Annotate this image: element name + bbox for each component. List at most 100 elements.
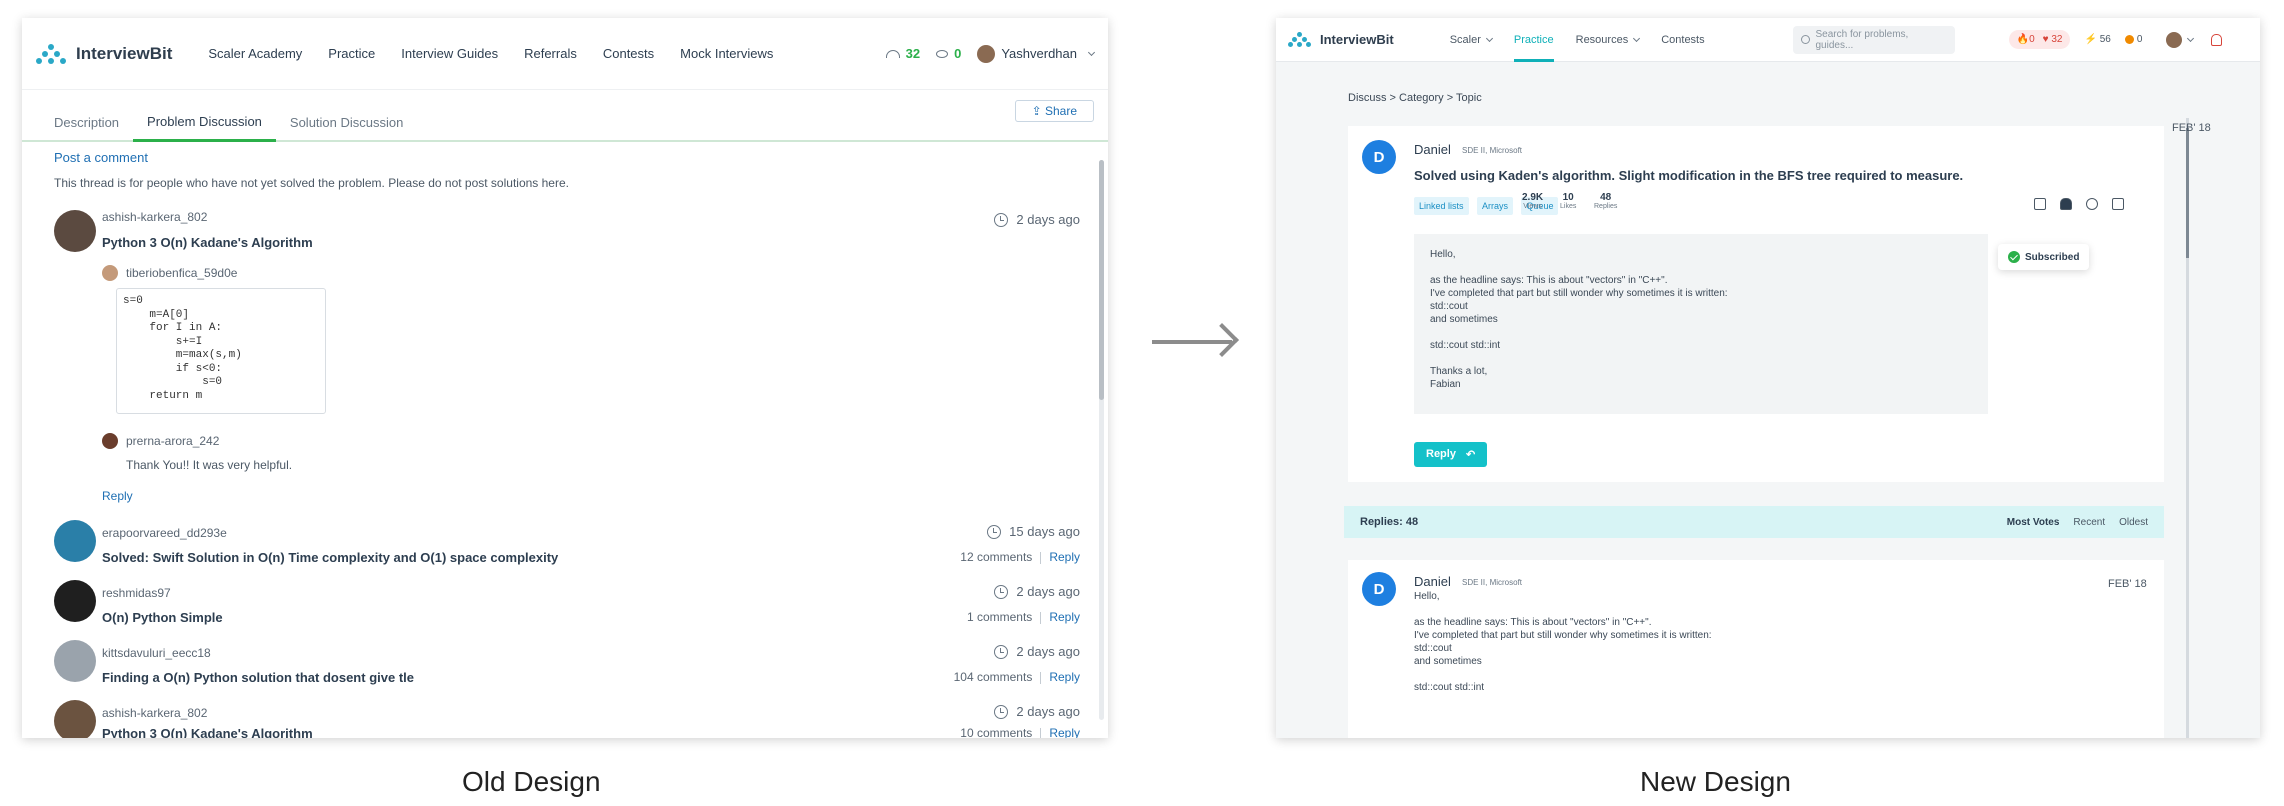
old-logo[interactable]: InterviewBit	[36, 43, 172, 64]
avatar[interactable]: D	[1362, 572, 1396, 606]
streak-pill[interactable]: 🔥0 ♥ 32	[2008, 30, 2071, 49]
new-design-window: InterviewBit Scaler Practice Resources C…	[1276, 18, 2260, 738]
solved-stat[interactable]: 32	[885, 46, 920, 61]
breadcrumb[interactable]: Discuss > Category > Topic	[1348, 92, 1482, 104]
share-button[interactable]: ⇪ Share	[1014, 100, 1094, 122]
avatar[interactable]	[54, 210, 96, 252]
clock-icon	[987, 524, 1002, 539]
new-nav-practice[interactable]: Practice	[1513, 18, 1554, 62]
old-scrollbar[interactable]	[1099, 160, 1104, 720]
tab-problem-discussion[interactable]: Problem Discussion	[133, 114, 276, 142]
clock-icon	[994, 584, 1009, 599]
tab-solution-discussion[interactable]: Solution Discussion	[276, 115, 417, 140]
date-timeline-scrollbar[interactable]	[2186, 118, 2189, 738]
post-card: D Daniel SDE II, Microsoft Solved using …	[1348, 126, 2164, 482]
coins-stat[interactable]: 0	[936, 46, 961, 61]
sort-most-votes[interactable]: Most Votes	[2007, 517, 2060, 528]
avatar[interactable]	[54, 580, 96, 622]
new-navbar: InterviewBit Scaler Practice Resources C…	[1276, 18, 2260, 62]
reply-button[interactable]: Reply ↶	[1414, 442, 1488, 467]
chevron-down-icon	[1485, 34, 1493, 42]
fire-icon: 🔥0	[2016, 34, 2035, 45]
reply-link[interactable]: Reply	[1049, 726, 1080, 738]
sort-oldest[interactable]: Oldest	[2119, 517, 2148, 528]
bell-icon[interactable]	[2211, 33, 2223, 46]
tag-arrays[interactable]: Arrays	[1476, 197, 1513, 215]
tag-linked-lists[interactable]: Linked lists	[1414, 197, 1469, 215]
thread-title[interactable]: O(n) Python Simple	[102, 610, 223, 625]
thread-notice: This thread is for people who have not y…	[54, 176, 569, 190]
old-nav-scaler-academy[interactable]: Scaler Academy	[208, 46, 302, 61]
avatar[interactable]	[54, 640, 96, 682]
coin-stat[interactable]: 0	[2124, 34, 2142, 45]
link-icon[interactable]	[2086, 198, 2098, 210]
clock-icon	[994, 644, 1009, 659]
sort-recent[interactable]: Recent	[2073, 517, 2105, 528]
thread-author[interactable]: reshmidas97	[102, 586, 171, 600]
thread-time: 2 days ago	[994, 212, 1080, 227]
reply-author-role: SDE II, Microsoft	[1462, 578, 1523, 587]
reply-author[interactable]: tiberiobenfica_59d0e	[126, 266, 237, 280]
avatar[interactable]	[54, 520, 96, 562]
chevron-down-icon[interactable]	[2187, 34, 2195, 42]
old-nav-interview-guides[interactable]: Interview Guides	[401, 46, 498, 61]
thread-title[interactable]: Python 3 O(n) Kadane's Algorithm	[102, 726, 313, 738]
avatar[interactable]	[54, 700, 96, 738]
reply-author[interactable]: prerna-arora_242	[126, 434, 219, 448]
thread-time: 2 days ago	[994, 644, 1080, 659]
new-brand-name: InterviewBit	[1320, 32, 1394, 47]
flag-icon[interactable]	[2112, 198, 2124, 210]
replies-bar: Replies: 48 Most Votes Recent Oldest	[1344, 506, 2164, 538]
thread-title[interactable]: Finding a O(n) Python solution that dose…	[102, 670, 414, 685]
share-icon: ⇪	[1031, 104, 1045, 118]
old-nav-mock-interviews[interactable]: Mock Interviews	[680, 46, 773, 61]
thread-author[interactable]: erapoorvareed_dd293e	[102, 526, 227, 540]
reply-card: D Daniel SDE II, Microsoft FEB' 18 Hello…	[1348, 560, 2164, 738]
bolt-stat[interactable]: ⚡ 56	[2084, 34, 2110, 45]
chevron-down-icon	[1633, 34, 1641, 42]
avatar[interactable]: D	[1362, 140, 1396, 174]
reply-arrow-icon: ↶	[1465, 449, 1476, 461]
likes-stat: 10 Likes	[1560, 192, 1577, 210]
new-logo[interactable]: InterviewBit	[1288, 31, 1394, 48]
reply-link[interactable]: Reply	[1049, 550, 1080, 564]
bolt-icon: ⚡	[2084, 34, 2097, 45]
thread-author[interactable]: ashish-karkera_802	[102, 706, 207, 720]
reply-author[interactable]: Daniel	[1414, 574, 1451, 589]
reply-link[interactable]: Reply	[1049, 670, 1080, 684]
comparison-stage: InterviewBit Scaler Academy Practice Int…	[0, 0, 2284, 806]
avatar[interactable]	[2166, 31, 2183, 48]
views-stat: 2.9K Views	[1522, 192, 1544, 210]
new-nav-scaler[interactable]: Scaler	[1450, 18, 1493, 62]
chevron-down-icon	[1087, 48, 1096, 56]
old-nav-practice[interactable]: Practice	[328, 46, 375, 61]
post-author[interactable]: Daniel	[1414, 142, 1451, 157]
new-nav-links: Scaler Practice Resources Contests	[1450, 18, 1705, 62]
old-design-caption: Old Design	[462, 766, 601, 797]
reply-link[interactable]: Reply	[1049, 610, 1080, 624]
old-scrollbar-thumb[interactable]	[1099, 160, 1104, 400]
new-nav-contests[interactable]: Contests	[1661, 18, 1704, 62]
thread-title[interactable]: Solved: Swift Solution in O(n) Time comp…	[102, 550, 558, 565]
timeline-thumb[interactable]	[2186, 128, 2189, 258]
tab-description[interactable]: Description	[40, 115, 133, 140]
old-nav-contests[interactable]: Contests	[603, 46, 654, 61]
thread-author[interactable]: ashish-karkera_802	[102, 210, 207, 224]
clock-icon	[994, 212, 1009, 227]
thread-meta: 12 comments Reply	[960, 550, 1080, 564]
thread-time: 15 days ago	[987, 524, 1080, 539]
thread-title[interactable]: Python 3 O(n) Kadane's Algorithm	[102, 235, 313, 250]
avatar	[102, 265, 118, 281]
reply-link[interactable]: Reply	[102, 489, 133, 503]
user-menu[interactable]: Yashverdhan	[977, 44, 1096, 63]
bell-icon[interactable]	[2060, 198, 2072, 210]
search-input[interactable]: Search for problems, guides...	[1792, 25, 1955, 54]
post-title: Solved using Kaden's algorithm. Slight m…	[1414, 168, 1964, 183]
old-nav-referrals[interactable]: Referrals	[524, 46, 577, 61]
thread-author[interactable]: kittsdavuluri_eecc18	[102, 646, 211, 660]
check-icon	[2008, 251, 2020, 263]
post-comment-link[interactable]: Post a comment	[54, 150, 148, 165]
thumbs-up-icon[interactable]	[2034, 198, 2046, 210]
logo-mark-icon	[36, 43, 70, 64]
new-nav-resources[interactable]: Resources	[1576, 18, 1641, 62]
